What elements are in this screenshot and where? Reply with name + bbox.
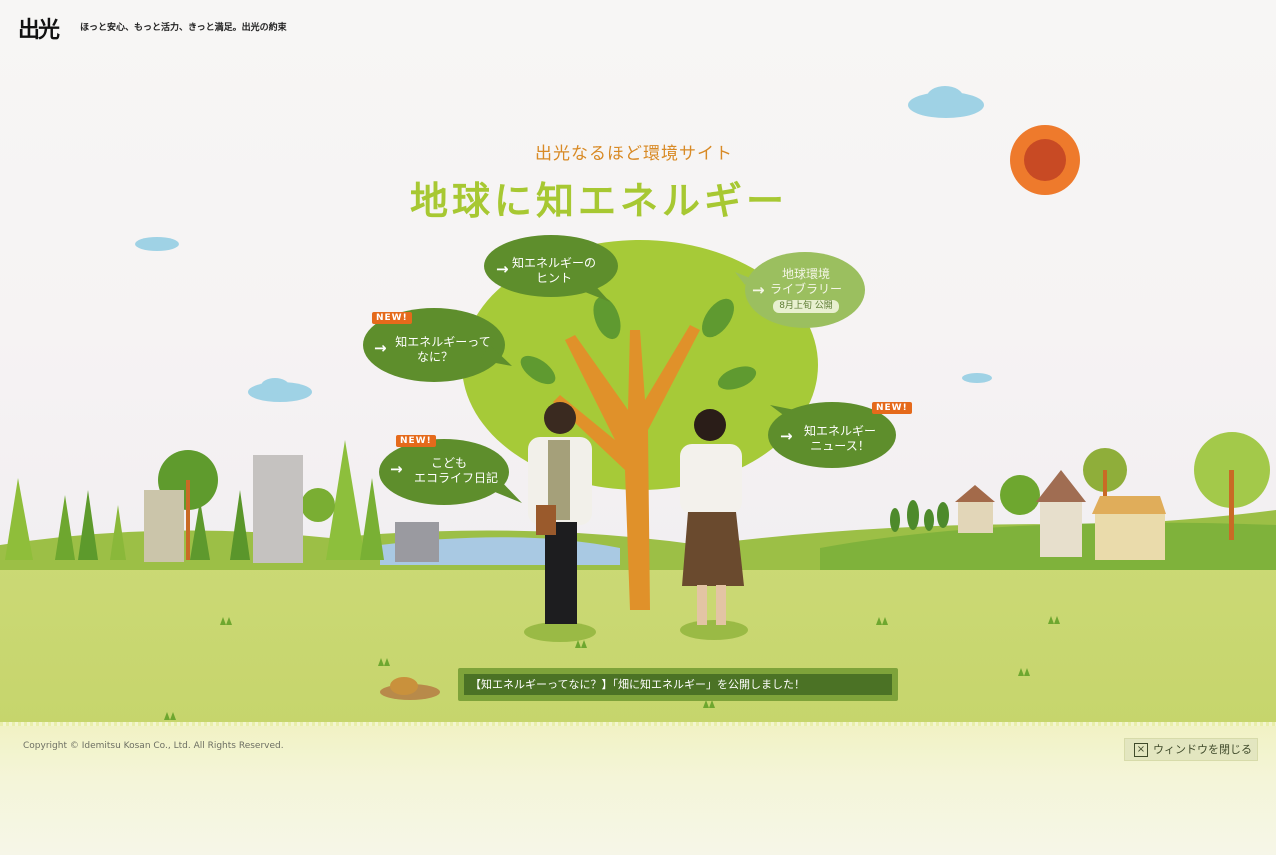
site-subtitle: 出光なるほど環境サイト [535, 144, 733, 164]
bubble-news-line2: ニュース！ [810, 439, 870, 453]
bubble-library: → 地球環境 ライブラリー 8月上旬 公開 [752, 267, 854, 313]
new-badge: NEW! [396, 435, 436, 447]
idemitsu-logo[interactable]: 出光 [18, 12, 60, 44]
announcement-box: 【知エネルギーってなに？】「畑に知エネルギー」を公開しました！ [458, 668, 898, 701]
landscape-illustration [0, 86, 1276, 720]
bubble-hint-line2: ヒント [535, 271, 572, 285]
site-title: 地球に知エネルギー [410, 179, 789, 223]
bubble-hint-link[interactable]: → 知エネルギーの ヒント [494, 256, 614, 286]
bubble-news-link[interactable]: → 知エネルギー ニュース！ [780, 424, 884, 454]
close-window-button[interactable]: × ウィンドウを閉じる [1124, 738, 1258, 761]
copyright-text: Copyright © Idemitsu Kosan Co., Ltd. All… [23, 741, 284, 751]
new-badge: NEW! [372, 312, 412, 324]
announcement-link[interactable]: 【知エネルギーってなに？】「畑に知エネルギー」を公開しました！ [464, 674, 892, 695]
arrow-right-icon: → [496, 260, 509, 278]
bubble-library-line2: ライブラリー [769, 282, 842, 296]
arrow-right-icon: → [390, 460, 403, 478]
arrow-right-icon: → [780, 427, 793, 445]
bubble-hint-line1: 知エネルギーの [511, 256, 596, 270]
close-window-label: ウィンドウを閉じる [1153, 743, 1252, 756]
bubble-news-line1: 知エネルギー [803, 424, 876, 438]
release-note: 8月上旬 公開 [773, 300, 839, 313]
bubble-kids-line2: エコライフ日記 [413, 471, 498, 485]
close-icon: × [1134, 743, 1148, 757]
bubble-library-line1: 地球環境 [781, 267, 830, 281]
bubble-whatis-line2: なに？ [416, 350, 453, 364]
new-badge: NEW! [872, 402, 912, 414]
bubble-kids-link[interactable]: → こども エコライフ日記 [390, 456, 508, 486]
bubble-whatis-link[interactable]: → 知エネルギーって なに？ [372, 335, 498, 365]
bubble-whatis-line1: 知エネルギーって [395, 335, 491, 349]
arrow-right-icon: → [374, 339, 387, 357]
brand-tagline: ほっと安心、もっと活力、きっと満足。出光の約束 [80, 23, 287, 33]
bubble-kids-line1: こども [430, 456, 467, 470]
arrow-right-icon: → [752, 281, 765, 299]
